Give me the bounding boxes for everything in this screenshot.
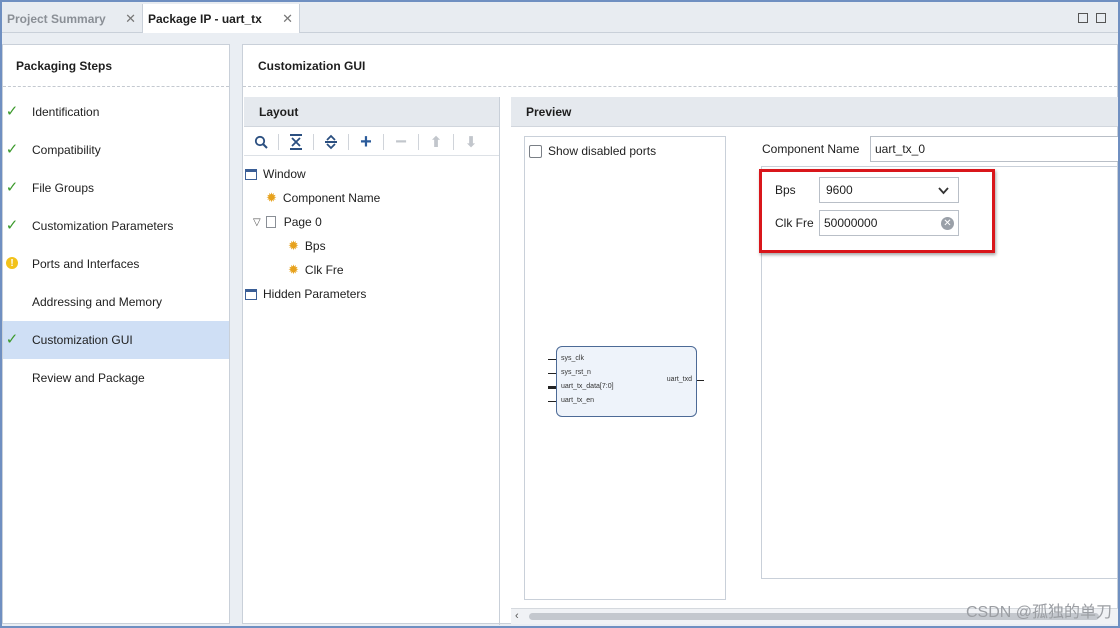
check-icon: ✓	[5, 141, 19, 158]
step-label: Identification	[32, 105, 100, 119]
port-wire	[697, 380, 704, 381]
add-icon[interactable]: +	[356, 131, 376, 153]
step-label: Customization GUI	[32, 333, 133, 347]
move-down-icon: ⬇	[464, 134, 478, 151]
port-uart-tx-data: uart_tx_data[7:0]	[561, 383, 614, 390]
port-wire	[548, 373, 556, 374]
port-sys-rst-n: sys_rst_n	[561, 369, 591, 376]
customization-gui-panel: Customization GUI Layout + − ⬆ ⬇ Window …	[242, 44, 1120, 625]
chevron-down-icon[interactable]: ▽	[253, 217, 261, 228]
step-identification[interactable]: ✓ Identification	[3, 93, 229, 131]
symbol-area: Show disabled ports sys_clk sys_rst_n ua…	[524, 136, 726, 600]
checkbox-label: Show disabled ports	[548, 144, 657, 158]
tab-package-ip[interactable]: Package IP - uart_tx ✕	[142, 4, 300, 33]
tab-label: Package IP - uart_tx	[148, 11, 262, 26]
tab-label: Project Summary	[7, 11, 106, 26]
tree-label: Window	[263, 167, 306, 181]
check-icon: ✓	[5, 103, 19, 120]
port-wire	[548, 401, 556, 402]
step-review-and-package[interactable]: Review and Package	[3, 359, 229, 397]
collapse-all-icon[interactable]	[286, 132, 306, 152]
checkbox-icon[interactable]	[529, 144, 542, 158]
ip-symbol: sys_clk sys_rst_n uart_tx_data[7:0] uart…	[556, 346, 697, 417]
check-icon: ✓	[5, 331, 19, 348]
step-label: Customization Parameters	[32, 219, 174, 233]
step-ports-and-interfaces[interactable]: ! Ports and Interfaces	[3, 245, 229, 283]
check-icon: ✓	[5, 217, 19, 234]
check-icon: ✓	[5, 179, 19, 196]
watermark: CSDN @孤独的单刀	[965, 604, 1112, 621]
tree-item-page0[interactable]: ▽ Page 0	[253, 211, 322, 233]
step-file-groups[interactable]: ✓ File Groups	[3, 169, 229, 207]
main-title: Customization GUI	[243, 45, 1117, 87]
restore-icon[interactable]	[1078, 13, 1088, 23]
warning-icon: !	[6, 257, 18, 269]
step-label: Addressing and Memory	[32, 295, 163, 309]
step-customization-parameters[interactable]: ✓ Customization Parameters	[3, 207, 229, 245]
tree-item-hidden-parameters[interactable]: Hidden Parameters	[245, 283, 366, 305]
component-name-input[interactable]: uart_tx_0	[870, 136, 1120, 162]
port-bus-wire	[548, 386, 556, 389]
remove-icon: −	[395, 130, 407, 153]
layout-panel: Layout + − ⬆ ⬇ Window ✹ Component Name ▽…	[244, 97, 500, 625]
step-label: Review and Package	[32, 371, 145, 385]
tree-label: Component Name	[282, 191, 381, 205]
packaging-steps-list: ✓ Identification ✓ Compatibility ✓ File …	[3, 93, 229, 397]
gear-icon: ✹	[288, 238, 299, 253]
step-label: Compatibility	[32, 143, 101, 157]
step-customization-gui[interactable]: ✓ Customization GUI	[3, 321, 229, 359]
port-uart-tx-en: uart_tx_en	[561, 397, 595, 404]
maximize-icon[interactable]	[1096, 13, 1106, 23]
tab-project-summary[interactable]: Project Summary ✕	[2, 4, 142, 33]
packaging-steps-panel: Packaging Steps ✓ Identification ✓ Compa…	[2, 44, 230, 624]
tree-label: Clk Fre	[304, 263, 344, 277]
step-compatibility[interactable]: ✓ Compatibility	[3, 131, 229, 169]
tree-label: Page 0	[283, 215, 322, 229]
component-name-label: Component Name	[762, 142, 860, 156]
preview-panel: Preview Show disabled ports sys_clk sys_…	[511, 97, 1120, 625]
show-disabled-ports-checkbox[interactable]: Show disabled ports	[529, 144, 656, 158]
port-sys-clk: sys_clk	[561, 355, 584, 362]
editor-tab-bar: Project Summary ✕ Package IP - uart_tx ✕	[2, 2, 1118, 33]
scroll-left-icon[interactable]: ‹	[515, 610, 519, 622]
preview-title: Preview	[511, 97, 1118, 127]
tree-item-window[interactable]: Window	[245, 163, 306, 185]
tree-label: Bps	[304, 239, 326, 253]
tree-label: Hidden Parameters	[263, 287, 367, 301]
port-uart-txd: uart_txd	[666, 376, 692, 383]
move-up-icon: ⬆	[429, 134, 443, 151]
gear-icon: ✹	[288, 262, 299, 277]
gear-icon: ✹	[266, 190, 277, 205]
layout-toolbar: + − ⬆ ⬇	[244, 128, 499, 156]
highlight-box	[759, 169, 995, 253]
step-addressing-and-memory[interactable]: Addressing and Memory	[3, 283, 229, 321]
close-icon[interactable]: ✕	[282, 11, 293, 27]
window-icon	[245, 288, 257, 300]
page-icon	[265, 216, 276, 228]
close-icon[interactable]: ✕	[125, 11, 136, 27]
layout-title: Layout	[244, 97, 499, 127]
window-icon	[245, 168, 257, 180]
tree-item-bps[interactable]: ✹ Bps	[288, 235, 326, 257]
tree-item-component-name[interactable]: ✹ Component Name	[266, 187, 380, 209]
tree-item-clk-fre[interactable]: ✹ Clk Fre	[288, 259, 344, 281]
port-wire	[548, 359, 556, 360]
step-label: Ports and Interfaces	[32, 257, 140, 271]
search-icon[interactable]	[251, 132, 271, 152]
expand-all-icon[interactable]	[321, 132, 341, 152]
packaging-steps-title: Packaging Steps	[3, 45, 229, 87]
step-label: File Groups	[32, 181, 95, 195]
